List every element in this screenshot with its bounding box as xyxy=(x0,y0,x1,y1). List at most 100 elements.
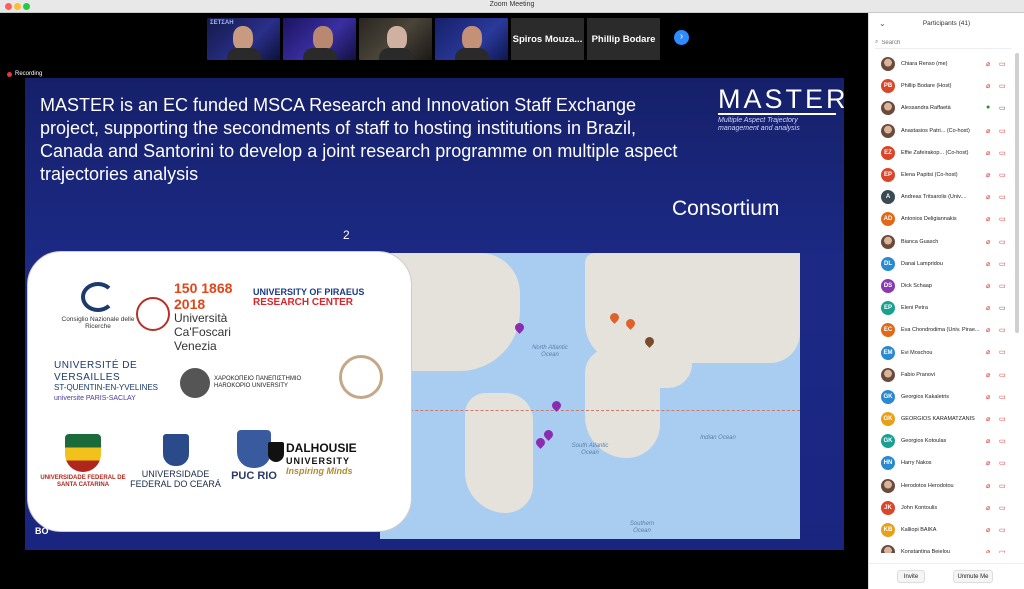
participant-row[interactable]: EP Eleni Petra ⌀ ▭ xyxy=(869,297,1015,319)
camera-off-icon[interactable]: ▭ xyxy=(999,282,1006,290)
mic-muted-icon[interactable]: ⌀ xyxy=(986,60,990,68)
camera-off-icon[interactable]: ▭ xyxy=(999,193,1006,201)
participant-row[interactable]: EM Evi Moschou ⌀ ▭ xyxy=(869,341,1015,363)
participant-row[interactable]: JK John Kontoulis ⌀ ▭ xyxy=(869,497,1015,519)
camera-off-icon[interactable]: ▭ xyxy=(999,437,1006,445)
mic-muted-icon[interactable]: ⌀ xyxy=(986,127,990,135)
mic-muted-icon[interactable]: ⌀ xyxy=(986,326,990,334)
next-page-button[interactable]: › xyxy=(674,30,689,45)
video-thumbnail[interactable]: ΣΕΤΣΑΗ xyxy=(207,18,280,60)
logo-text: PUC RIO xyxy=(231,470,277,482)
video-thumbnail[interactable] xyxy=(359,18,432,60)
participant-row[interactable]: GK GEORGIOS KARAMATZANIS ⌀ ▭ xyxy=(869,408,1015,430)
participant-row[interactable]: DL Danai Lampridou ⌀ ▭ xyxy=(869,253,1015,275)
mic-muted-icon[interactable]: ⌀ xyxy=(986,504,990,512)
video-thumbnail[interactable] xyxy=(435,18,508,60)
participant-row[interactable]: Herodotos Herodotou ⌀ ▭ xyxy=(869,475,1015,497)
mic-muted-icon[interactable]: ⌀ xyxy=(986,82,990,90)
camera-icon[interactable]: ▭ xyxy=(999,104,1006,112)
cafoscari-seal-icon xyxy=(136,297,170,331)
logo-text: UNIVERSIDADE FEDERAL DE SANTA CATARINA xyxy=(40,475,126,488)
camera-off-icon[interactable]: ▭ xyxy=(999,215,1006,223)
participant-row[interactable]: GK Georgios Kotoulas ⌀ ▭ xyxy=(869,430,1015,452)
participant-face xyxy=(387,26,407,50)
logo-text: DALHOUSIE xyxy=(286,441,357,455)
camera-off-icon[interactable]: ▭ xyxy=(999,459,1006,467)
camera-off-icon[interactable]: ▭ xyxy=(999,326,1006,334)
camera-off-icon[interactable]: ▭ xyxy=(999,526,1006,534)
participant-row[interactable]: DS Dick Schaap ⌀ ▭ xyxy=(869,275,1015,297)
mic-muted-icon[interactable]: ⌀ xyxy=(986,348,990,356)
logo-text: Inspiring Minds xyxy=(286,466,353,477)
recording-indicator[interactable]: Recording xyxy=(7,71,42,77)
camera-off-icon[interactable]: ▭ xyxy=(999,504,1006,512)
partner-logos-panel: Consiglio Nazionale delle Ricerche 150 1… xyxy=(27,251,412,532)
participant-row[interactable]: Anastasios Patri... (Co-host) ⌀ ▭ xyxy=(869,120,1015,142)
mic-muted-icon[interactable]: ⌀ xyxy=(986,260,990,268)
mic-muted-icon[interactable]: ⌀ xyxy=(986,393,990,401)
camera-off-icon[interactable]: ▭ xyxy=(999,82,1006,90)
mic-muted-icon[interactable]: ⌀ xyxy=(986,459,990,467)
invite-button[interactable]: Invite xyxy=(897,570,925,583)
participant-name: Herodotos Herodotou xyxy=(901,482,954,489)
participant-row[interactable]: Chiara Renso (me) ⌀ ▭ xyxy=(869,53,1015,75)
mic-muted-icon[interactable]: ⌀ xyxy=(986,238,990,246)
participant-name: Phillip Bodare (Host) xyxy=(901,83,952,90)
mic-icon[interactable]: ● xyxy=(986,104,990,111)
puc-crest-icon xyxy=(237,430,271,468)
participant-row[interactable]: Konstantina Bejelou ⌀ ▭ xyxy=(869,541,1015,553)
participant-row[interactable]: A Andreas Tritsarolis (Univ.... ⌀ ▭ xyxy=(869,186,1015,208)
camera-off-icon[interactable]: ▭ xyxy=(999,415,1006,423)
participant-row[interactable]: HN Harry Nakos ⌀ ▭ xyxy=(869,452,1015,474)
camera-off-icon[interactable]: ▭ xyxy=(999,371,1006,379)
camera-off-icon[interactable]: ▭ xyxy=(999,393,1006,401)
video-thumbnail[interactable] xyxy=(283,18,356,60)
participant-row[interactable]: AD Antonios Deligiannakis ⌀ ▭ xyxy=(869,208,1015,230)
land-south-america xyxy=(465,393,533,513)
participant-row[interactable]: EZ Effie Zafeirakop... (Co-host) ⌀ ▭ xyxy=(869,142,1015,164)
participant-row[interactable]: PB Phillip Bodare (Host) ⌀ ▭ xyxy=(869,75,1015,97)
unmute-me-button[interactable]: Unmute Me xyxy=(953,570,993,583)
camera-icon[interactable]: ▭ xyxy=(999,304,1006,312)
search-icon: ⌕ xyxy=(875,39,879,45)
avatar: EP xyxy=(881,168,895,183)
camera-off-icon[interactable]: ▭ xyxy=(999,171,1006,179)
logo-subtitle: Multiple Aspect Trajectory management an… xyxy=(718,117,800,132)
logo-text: UNIVERSITÉ DE VERSAILLES xyxy=(54,360,138,383)
participant-row[interactable]: Alessandra Raffaetà ● ▭ xyxy=(869,97,1015,119)
participant-row[interactable]: EC Eva Chondrodima (Univ. Pirae... ⌀ ▭ xyxy=(869,319,1015,341)
camera-off-icon[interactable]: ▭ xyxy=(999,260,1006,268)
search-input[interactable] xyxy=(881,39,992,46)
name-tile[interactable]: Phillip Bodare xyxy=(587,18,660,60)
mic-muted-icon[interactable]: ⌀ xyxy=(986,215,990,223)
camera-off-icon[interactable]: ▭ xyxy=(999,60,1006,68)
mic-muted-icon[interactable]: ⌀ xyxy=(986,171,990,179)
mic-muted-icon[interactable]: ⌀ xyxy=(986,149,990,157)
camera-off-icon[interactable]: ▭ xyxy=(999,548,1006,553)
camera-off-icon[interactable]: ▭ xyxy=(999,348,1006,356)
logo-text: RESEARCH CENTER xyxy=(253,297,354,309)
mic-muted-icon[interactable]: ⌀ xyxy=(986,371,990,379)
mic-muted-icon[interactable]: ⌀ xyxy=(986,526,990,534)
mic-muted-icon[interactable]: ⌀ xyxy=(986,304,990,312)
participant-row[interactable]: Fabio Pranovi ⌀ ▭ xyxy=(869,364,1015,386)
camera-off-icon[interactable]: ▭ xyxy=(999,127,1006,135)
mic-muted-icon[interactable]: ⌀ xyxy=(986,437,990,445)
mic-muted-icon[interactable]: ⌀ xyxy=(986,482,990,490)
camera-off-icon[interactable]: ▭ xyxy=(999,482,1006,490)
participant-row[interactable]: GK Georgios Kakaletris ⌀ ▭ xyxy=(869,386,1015,408)
participant-name: Bianca Guasch xyxy=(901,238,939,245)
mic-muted-icon[interactable]: ⌀ xyxy=(986,548,990,553)
participant-row[interactable]: EP Elena Papitsi (Co-host) ⌀ ▭ xyxy=(869,164,1015,186)
participant-search[interactable]: ⌕ xyxy=(875,37,1011,49)
mic-muted-icon[interactable]: ⌀ xyxy=(986,282,990,290)
camera-off-icon[interactable]: ▭ xyxy=(999,149,1006,157)
name-tile[interactable]: Spiros Mouza... xyxy=(511,18,584,60)
mic-muted-icon[interactable]: ⌀ xyxy=(986,415,990,423)
participant-row[interactable]: Bianca Guasch ⌀ ▭ xyxy=(869,231,1015,253)
camera-off-icon[interactable]: ▭ xyxy=(999,238,1006,246)
mic-muted-icon[interactable]: ⌀ xyxy=(986,193,990,201)
participant-row[interactable]: KB Kalliopi BAIKA ⌀ ▭ xyxy=(869,519,1015,541)
participant-scrollbar[interactable] xyxy=(1015,53,1019,333)
panel-header: ⌄ Participants (41) xyxy=(869,17,1024,31)
